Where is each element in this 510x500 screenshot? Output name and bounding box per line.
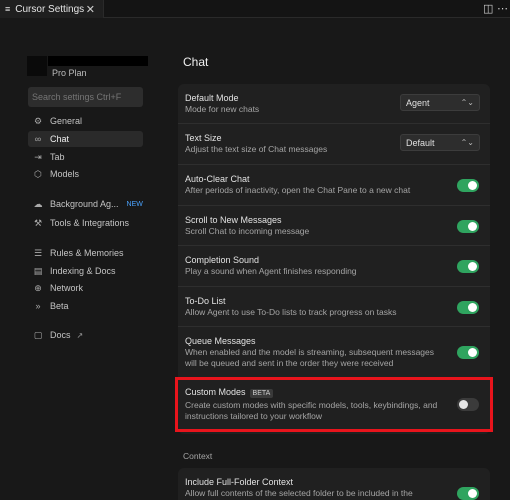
sidebar-item-models[interactable]: ⬡ Models — [28, 166, 143, 182]
infinity-icon: ∞ — [34, 134, 42, 144]
new-badge: NEW — [126, 200, 143, 208]
plan-label: Pro Plan — [52, 68, 87, 78]
highlight-box — [175, 377, 493, 432]
sidebar-item-tools-integrations[interactable]: ⚒ Tools & Integrations — [28, 215, 143, 231]
setting-text-size: Text Size Adjust the text size of Chat m… — [178, 124, 490, 165]
chevrons-right-icon: » — [35, 301, 41, 311]
setting-scroll-to-new-messages: Scroll to New Messages Scroll Chat to in… — [178, 206, 490, 246]
sidebar-item-label: Tools & Integrations — [50, 218, 130, 228]
external-link-icon: ↗ — [76, 330, 84, 340]
sidebar-item-background-agents[interactable]: ☁ Background Ag... NEW — [28, 196, 143, 212]
toggle-knob — [468, 262, 477, 271]
setting-title: Scroll to New Messages — [185, 215, 282, 225]
completion-sound-toggle[interactable] — [457, 260, 479, 273]
setting-description: Play a sound when Agent finishes respond… — [185, 266, 357, 276]
toggle-knob — [468, 489, 477, 498]
sidebar-item-label: Network — [50, 283, 84, 293]
setting-completion-sound: Completion Sound Play a sound when Agent… — [178, 246, 490, 287]
auto-clear-chat-toggle[interactable] — [457, 179, 479, 192]
sidebar-item-docs[interactable]: ▢ Docs ↗ — [28, 327, 143, 343]
setting-title: Text Size — [185, 133, 222, 143]
select-value: Agent — [406, 97, 430, 108]
close-icon[interactable]: ✕ — [86, 3, 95, 16]
sidebar-item-rules-memories[interactable]: ☰ Rules & Memories — [28, 245, 143, 261]
setting-title: Default Mode — [185, 93, 239, 103]
queue-messages-toggle[interactable] — [457, 346, 479, 359]
toggle-knob — [468, 181, 477, 190]
setting-todo-list: To-Do List Allow Agent to use To-Do list… — [178, 287, 490, 327]
setting-title: Queue Messages — [185, 336, 256, 346]
setting-default-mode: Default Mode Mode for new chats Agent ⌃⌄ — [178, 84, 490, 124]
include-full-folder-context-toggle[interactable] — [457, 487, 479, 500]
split-editor-icon[interactable]: ◫ — [483, 2, 493, 15]
sidebar-item-network[interactable]: ⊕ Network — [28, 280, 143, 296]
sidebar-item-chat[interactable]: ∞ Chat — [28, 131, 143, 147]
cursor-settings-tab[interactable]: ≡ Cursor Settings ✕ — [0, 0, 104, 18]
book-icon: ▢ — [33, 329, 43, 340]
setting-title: To-Do List — [185, 296, 226, 306]
sidebar-item-indexing-docs[interactable]: ▤ Indexing & Docs — [28, 263, 143, 279]
setting-description: After periods of inactivity, open the Ch… — [185, 185, 411, 195]
select-value: Default — [406, 137, 435, 148]
sidebar-item-label: Tab — [50, 152, 65, 162]
tools-icon: ⚒ — [33, 217, 43, 228]
settings-tab-icon: ≡ — [5, 4, 11, 14]
setting-auto-clear-chat: Auto-Clear Chat After periods of inactiv… — [178, 165, 490, 206]
setting-queue-messages: Queue Messages When enabled and the mode… — [178, 327, 490, 379]
sidebar-item-label: Docs — [50, 330, 71, 340]
sidebar-item-label: Chat — [50, 134, 70, 144]
tab-label: Cursor Settings — [15, 3, 85, 15]
sidebar-item-label: Beta — [50, 301, 69, 311]
globe-icon: ⊕ — [34, 282, 42, 293]
setting-title: Completion Sound — [185, 255, 260, 265]
setting-title: Include Full-Folder Context — [185, 477, 294, 487]
setting-title: Auto-Clear Chat — [185, 174, 250, 184]
index-icon: ▤ — [33, 265, 43, 276]
gear-icon: ⚙ — [33, 115, 43, 126]
sidebar-item-label: Background Ag... — [50, 199, 119, 209]
search-input[interactable] — [28, 87, 143, 107]
tab-arrow-icon: ⇥ — [34, 151, 42, 162]
toggle-knob — [468, 348, 477, 357]
todo-list-toggle[interactable] — [457, 301, 479, 314]
sidebar-item-general[interactable]: ⚙ General — [28, 113, 143, 129]
chevron-updown-icon: ⌃⌄ — [460, 98, 474, 107]
redacted-account-name — [48, 56, 148, 66]
setting-description: Allow full contents of the selected fold… — [185, 488, 413, 498]
cloud-icon: ☁ — [33, 198, 43, 209]
sidebar-item-label: General — [50, 116, 83, 126]
setting-description: Allow Agent to use To-Do lists to track … — [185, 307, 397, 317]
default-mode-select[interactable]: Agent ⌃⌄ — [400, 94, 480, 111]
page-title: Chat — [183, 55, 209, 69]
sidebar-item-beta[interactable]: » Beta — [28, 298, 143, 314]
more-actions-icon[interactable]: ⋯ — [497, 2, 508, 15]
sidebar-item-label: Indexing & Docs — [50, 266, 116, 276]
avatar — [27, 56, 47, 76]
text-size-select[interactable]: Default ⌃⌄ — [400, 134, 480, 151]
rules-icon: ☰ — [33, 247, 43, 258]
sidebar-item-label: Models — [50, 169, 80, 179]
cube-icon: ⬡ — [34, 168, 42, 179]
sidebar-item-tab[interactable]: ⇥ Tab — [28, 149, 143, 165]
setting-description: Scroll Chat to incoming message — [185, 226, 310, 236]
setting-description: When enabled and the model is streaming,… — [185, 347, 435, 368]
toggle-knob — [468, 303, 477, 312]
context-section-label: Context — [183, 451, 213, 461]
scroll-to-new-messages-toggle[interactable] — [457, 220, 479, 233]
editor-tab-bar: ≡ Cursor Settings ✕ ◫ ⋯ — [0, 0, 510, 18]
chevron-updown-icon: ⌃⌄ — [460, 138, 474, 147]
setting-include-full-folder-context: Include Full-Folder Context Allow full c… — [178, 468, 490, 500]
sidebar-item-label: Rules & Memories — [50, 248, 124, 258]
toggle-knob — [468, 222, 477, 231]
